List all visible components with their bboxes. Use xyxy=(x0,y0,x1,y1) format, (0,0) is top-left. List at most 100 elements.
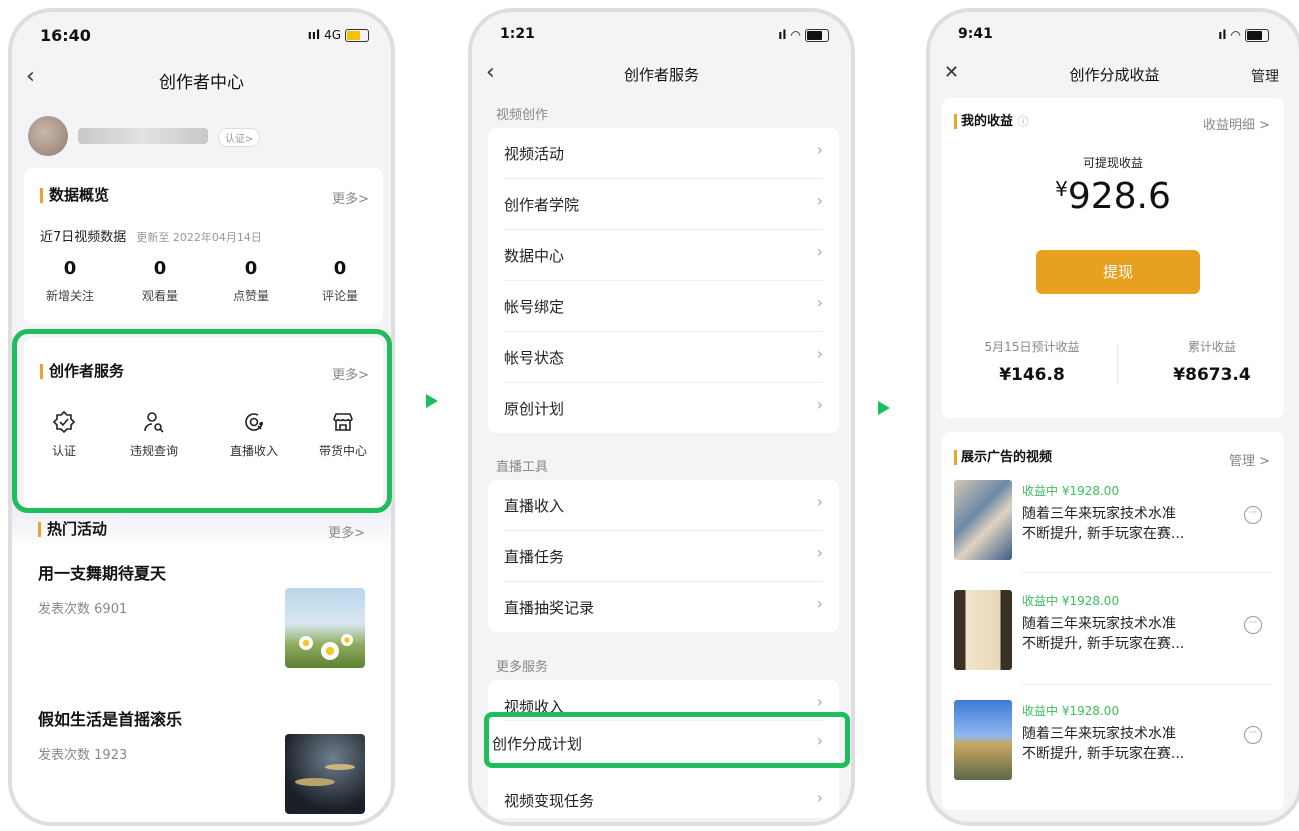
signal-icon: ıl xyxy=(1218,28,1227,42)
list-live-tools: 直播收入 › 直播任务 › 直播抽奖记录 › xyxy=(488,480,839,632)
chevron-right-icon: › xyxy=(816,594,823,613)
highlight-revenue-share-plan xyxy=(484,712,850,768)
phone-creator-services: 1:21 ıl ◠ ‹ 创作者服务 视频创作 视频活动 › 创作者学院 › 数据中心… xyxy=(468,8,855,826)
page-title: 创作分成收益 xyxy=(1069,66,1160,84)
ad-videos-title: 展示广告的视频 xyxy=(954,450,1052,465)
chevron-right-icon: › xyxy=(816,140,823,159)
chevron-right-icon: › xyxy=(816,242,823,261)
signal-icon: ıl xyxy=(778,28,787,42)
ad-video-item[interactable]: 收益中 ¥1928.00 随着三年来玩家技术水准 不断提升, 新手玩家在赛... … xyxy=(954,700,1272,810)
highlight-creator-services xyxy=(12,329,392,513)
nav-bar: ✕ 创作分成收益 管理 xyxy=(930,56,1299,96)
wifi-icon: ◠ xyxy=(1230,28,1241,42)
menu-item-original-plan[interactable]: 原创计划 › xyxy=(504,383,823,433)
status-time: 9:41 xyxy=(958,26,993,42)
chevron-right-icon: › xyxy=(816,492,823,511)
earnings-detail-link[interactable]: 收益明细 > xyxy=(1203,114,1270,133)
network-label: 4G xyxy=(324,28,341,42)
menu-item-creator-academy[interactable]: 创作者学院 › xyxy=(504,179,823,230)
activity-item[interactable]: 假如生活是首摇滚乐 发表次数 1923 xyxy=(38,706,365,814)
activity-item[interactable]: 用一支舞期待夏天 发表次数 6901 xyxy=(38,560,365,668)
status-icons: ııl 4G xyxy=(308,28,369,42)
menu-item-video-activity[interactable]: 视频活动 › xyxy=(504,128,823,179)
divider xyxy=(1022,572,1272,573)
total-earnings: 累计收益 ¥8673.4 xyxy=(1173,340,1251,385)
status-bar: 1:21 ıl ◠ xyxy=(472,12,851,56)
earnings-card: 我的收益 ⓘ 收益明细 > 可提现收益 ¥928.6 提现 5月15日预计收益 … xyxy=(942,98,1284,418)
menu-item-data-center[interactable]: 数据中心 › xyxy=(504,230,823,281)
battery-icon xyxy=(345,28,369,42)
video-thumbnail-shelf xyxy=(954,480,1012,560)
ad-videos-card: 展示广告的视频 管理 > 收益中 ¥1928.00 随着三年来玩家技术水准 不断提… xyxy=(942,432,1284,810)
estimated-earnings: 5月15日预计收益 ¥146.8 xyxy=(984,340,1080,385)
activity-title: 用一支舞期待夏天 xyxy=(38,564,167,583)
wifi-icon: ◠ xyxy=(790,28,801,42)
more-options-icon[interactable]: ··· xyxy=(1244,726,1262,744)
status-bar: 9:41 ıl ◠ xyxy=(930,12,1299,56)
overview-subtitle-row: 近7日视频数据 更新至 2022年04月14日 xyxy=(40,226,262,245)
status-time: 16:40 xyxy=(40,26,91,45)
overview-subtitle: 近7日视频数据 xyxy=(40,230,127,245)
flow-arrow-icon xyxy=(426,394,438,408)
menu-item-live-tasks[interactable]: 直播任务 › xyxy=(504,531,823,582)
chevron-right-icon: › xyxy=(816,344,823,363)
menu-item-account-status[interactable]: 帐号状态 › xyxy=(504,332,823,383)
more-options-icon[interactable]: ··· xyxy=(1244,616,1262,634)
ad-videos-manage-link[interactable]: 管理 > xyxy=(1229,450,1270,469)
data-overview-card: 数据概览 更多> 近7日视频数据 更新至 2022年04月14日 0 新增关注 0… xyxy=(24,168,383,324)
divider xyxy=(1117,344,1118,384)
video-thumbnail-building xyxy=(954,700,1012,780)
chevron-right-icon: › xyxy=(816,692,823,711)
status-icons: ıl ◠ xyxy=(1218,28,1269,42)
info-icon[interactable]: ⓘ xyxy=(1018,115,1029,128)
withdrawable-amount: ¥928.6 xyxy=(1055,176,1171,217)
status-time: 1:21 xyxy=(500,26,535,42)
overview-more-link[interactable]: 更多> xyxy=(332,188,369,207)
activities-title: 热门活动 xyxy=(38,522,107,537)
nav-bar: ‹ 创作者中心 xyxy=(12,60,391,100)
divider xyxy=(1022,684,1272,685)
battery-icon xyxy=(805,28,829,42)
menu-item-video-monetize-tasks[interactable]: 视频变现任务 › xyxy=(504,768,823,818)
menu-item-live-income[interactable]: 直播收入 › xyxy=(504,480,823,531)
activities-section: 热门活动 更多> 用一支舞期待夏天 发表次数 6901 假如生活是首摇滚乐 发表… xyxy=(12,508,391,822)
video-thumbnail-poster xyxy=(954,590,1012,670)
page-title: 创作者中心 xyxy=(159,73,244,93)
chevron-right-icon: › xyxy=(816,395,823,414)
menu-item-account-binding[interactable]: 帐号绑定 › xyxy=(504,281,823,332)
activities-more-link[interactable]: 更多> xyxy=(328,522,365,541)
blurred-username xyxy=(78,128,208,144)
chevron-right-icon: › xyxy=(816,191,823,210)
stat-likes[interactable]: 0 点赞量 xyxy=(211,258,291,304)
signal-icon: ııl xyxy=(307,28,321,42)
chevron-right-icon: › xyxy=(816,543,823,562)
overview-title: 数据概览 xyxy=(40,188,109,203)
ad-video-item[interactable]: 收益中 ¥1928.00 随着三年来玩家技术水准 不断提升, 新手玩家在赛... … xyxy=(954,480,1272,590)
chevron-right-icon: › xyxy=(816,788,823,807)
activity-thumbnail-daisies xyxy=(285,588,365,668)
profile-row[interactable]: 认证> xyxy=(28,116,375,156)
stat-comments[interactable]: 0 评论量 xyxy=(300,258,380,304)
flow-arrow-icon xyxy=(878,401,890,415)
more-options-icon[interactable]: ··· xyxy=(1244,506,1262,524)
section-video-creation: 视频创作 xyxy=(496,108,549,123)
stat-views[interactable]: 0 观看量 xyxy=(120,258,200,304)
activity-thumbnail-drums xyxy=(285,734,365,814)
avatar xyxy=(28,116,68,156)
battery-icon xyxy=(1245,28,1269,42)
section-more-services: 更多服务 xyxy=(496,660,549,675)
list-video-creation: 视频活动 › 创作者学院 › 数据中心 › 帐号绑定 › 帐号状态 › 原创计划 › xyxy=(488,128,839,433)
earnings-title: 我的收益 ⓘ xyxy=(954,114,1029,129)
withdrawable-label: 可提现收益 xyxy=(1082,156,1143,170)
stat-new-follows[interactable]: 0 新增关注 xyxy=(30,258,110,304)
verify-badge[interactable]: 认证> xyxy=(218,128,261,147)
status-bar: 16:40 ııl 4G xyxy=(12,12,391,56)
manage-button[interactable]: 管理 xyxy=(1251,66,1279,86)
overview-updated: 更新至 2022年04月14日 xyxy=(136,231,262,244)
withdraw-button[interactable]: 提现 xyxy=(1036,250,1200,294)
menu-item-live-lottery[interactable]: 直播抽奖记录 › xyxy=(504,582,823,632)
status-icons: ıl ◠ xyxy=(778,28,829,42)
nav-bar: ‹ 创作者服务 xyxy=(472,56,851,96)
activity-title: 假如生活是首摇滚乐 xyxy=(38,710,183,729)
section-live-tools: 直播工具 xyxy=(496,460,549,475)
